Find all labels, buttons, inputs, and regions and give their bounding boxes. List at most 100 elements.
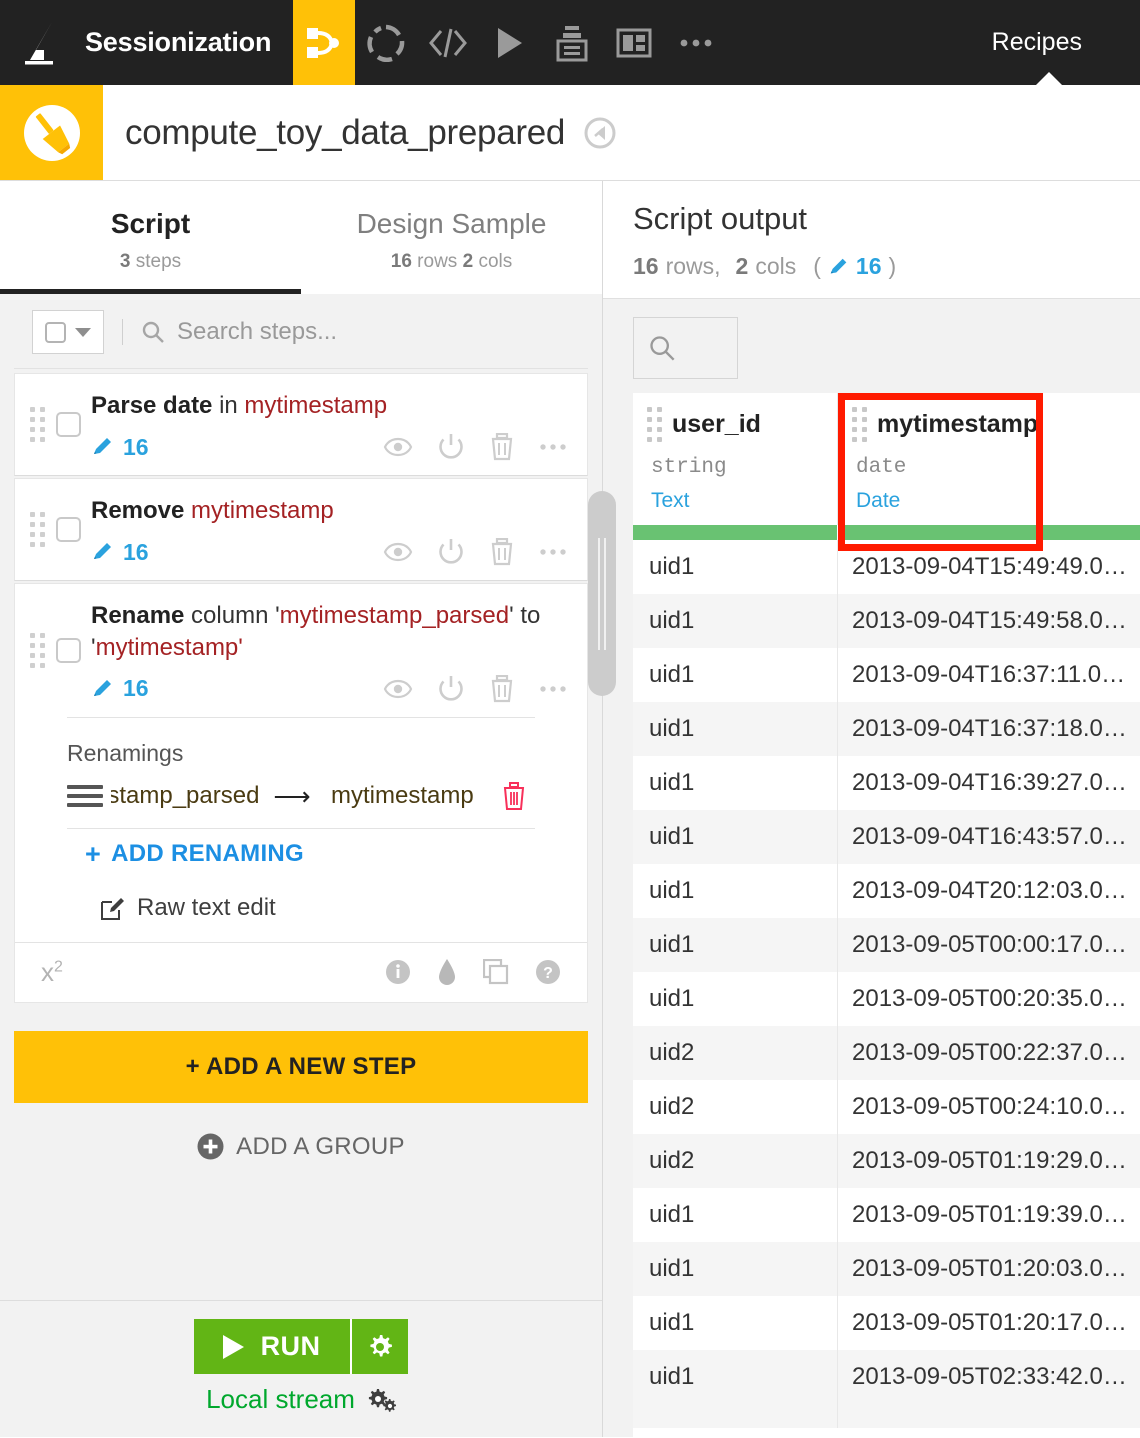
select-all-checkbox[interactable] [45, 321, 66, 343]
add-group-button[interactable]: ADD A GROUP [0, 1103, 602, 1161]
run-settings-button[interactable] [350, 1319, 409, 1374]
chevron-down-icon[interactable] [75, 327, 91, 337]
formula-icon[interactable]: x2 [41, 957, 63, 988]
table-row[interactable]: uid1 2013-09-04T16:37:18.0… [633, 702, 1140, 756]
step-checkbox[interactable] [55, 412, 81, 438]
tab-design-sample[interactable]: Design Sample 16 rows 2 cols [301, 181, 602, 294]
broom-prepare-recipe-icon[interactable] [0, 85, 103, 180]
script-output-header: Script output 16 rows, 2 cols ( 16 ) [603, 181, 1140, 299]
rename-from-input[interactable] [109, 781, 261, 812]
paren-open: ( [813, 253, 821, 279]
table-row[interactable]: uid1 2013-09-05T00:20:35.0… [633, 972, 1140, 1026]
eye-icon[interactable] [383, 436, 413, 458]
step-sample-count[interactable]: 16 [91, 675, 149, 702]
select-all-steps-dropdown[interactable] [32, 310, 104, 354]
lab-circle-icon[interactable] [355, 0, 417, 85]
grid-column-header[interactable]: mytimestamp date Date [838, 393, 1140, 525]
more-ellipsis-icon[interactable] [665, 0, 727, 85]
dashboard-layout-icon[interactable] [603, 0, 665, 85]
raw-text-edit-button[interactable]: Raw text edit [15, 880, 587, 942]
table-row[interactable]: uid1 2013-09-05T01:19:39.0… [633, 1188, 1140, 1242]
table-row[interactable]: uid1 2013-09-04T16:43:57.0… [633, 810, 1140, 864]
output-search-input[interactable] [633, 317, 738, 379]
cell-mytimestamp: 2013-09-04T16:43:57.0… [852, 823, 1127, 850]
step-row[interactable]: Rename column 'mytimestamp_parsed' to 'm… [14, 583, 588, 717]
copy-icon[interactable] [483, 959, 509, 985]
rename-to-input[interactable] [329, 781, 481, 812]
execution-engine[interactable]: Local stream [206, 1384, 396, 1415]
table-row[interactable]: uid1 2013-09-05T02:33:42.0… [633, 1350, 1140, 1404]
grid-body: uid1 2013-09-04T15:49:49.0… uid1 2013-09-0… [633, 540, 1140, 1404]
table-row[interactable]: uid1 2013-09-04T20:12:03.0… [633, 864, 1140, 918]
jobs-stack-icon[interactable] [541, 0, 603, 85]
drag-handle-icon[interactable] [15, 384, 45, 465]
droplet-icon[interactable] [437, 958, 457, 986]
drag-handle-icon[interactable] [15, 594, 45, 706]
add-new-step-button[interactable]: + ADD A NEW STEP [14, 1030, 588, 1103]
step-sample-count[interactable]: 16 [91, 539, 149, 566]
step-checkbox-wrap[interactable] [45, 594, 91, 706]
step-row[interactable]: Remove mytimestamp 16 [14, 478, 588, 582]
power-icon[interactable] [437, 433, 465, 461]
step-sample-count[interactable]: 16 [91, 434, 149, 461]
step-row[interactable]: Parse date in mytimestamp 16 [14, 373, 588, 477]
drag-handle-icon[interactable] [15, 489, 45, 570]
ellipsis-icon[interactable] [539, 548, 567, 556]
step-checkbox-wrap[interactable] [45, 489, 91, 570]
table-row[interactable]: uid1 2013-09-04T16:37:11.0… [633, 648, 1140, 702]
info-icon[interactable] [385, 959, 411, 985]
trash-icon[interactable] [501, 781, 527, 811]
table-row[interactable]: uid2 2013-09-05T00:24:10.0… [633, 1080, 1140, 1134]
trash-icon[interactable] [489, 674, 515, 703]
trash-icon[interactable] [489, 538, 515, 566]
table-row[interactable]: uid1 2013-09-04T15:49:58.0… [633, 594, 1140, 648]
ellipsis-icon[interactable] [539, 443, 567, 451]
search-steps-input[interactable]: Search steps... [141, 318, 337, 346]
add-renaming-button[interactable]: + ADD RENAMING [15, 829, 587, 880]
eye-icon[interactable] [383, 678, 413, 700]
sample-cols-value: 2 [462, 251, 474, 272]
cell-mytimestamp: 2013-09-04T15:49:49.0… [852, 553, 1127, 580]
drag-handle-icon[interactable] [67, 785, 103, 808]
power-icon[interactable] [437, 675, 465, 703]
table-row[interactable]: uid1 2013-09-05T01:20:03.0… [633, 1242, 1140, 1296]
power-icon[interactable] [437, 538, 465, 566]
column-grip-icon[interactable] [647, 407, 662, 442]
step-count-value: 3 [119, 251, 131, 272]
grid-column-meaning[interactable]: Date [838, 489, 1140, 513]
table-row[interactable]: uid1 2013-09-05T00:00:17.0… [633, 918, 1140, 972]
play-icon[interactable] [479, 0, 541, 85]
help-icon[interactable]: ? [535, 959, 561, 985]
compass-icon[interactable] [583, 116, 617, 150]
table-row[interactable]: uid2 2013-09-05T00:22:37.0… [633, 1026, 1140, 1080]
grid-column-header[interactable]: user_id string Text [633, 393, 838, 525]
flow-icon[interactable] [293, 0, 356, 85]
step-checkbox-wrap[interactable] [45, 384, 91, 465]
grid-column-name: mytimestamp [877, 410, 1039, 438]
script-pane-footer: RUN Local stream [0, 1300, 602, 1437]
renamings-label: Renamings [67, 739, 184, 766]
cell-user-id: uid1 [633, 1350, 838, 1404]
project-name[interactable]: Sessionization [85, 0, 293, 85]
trash-icon[interactable] [489, 433, 515, 461]
step-checkbox[interactable] [55, 638, 81, 664]
tab-script[interactable]: Script 3 steps [0, 181, 301, 294]
column-grip-icon[interactable] [852, 407, 867, 442]
table-row[interactable]: uid1 2013-09-05T01:20:17.0… [633, 1296, 1140, 1350]
cell-mytimestamp: 2013-09-04T16:39:27.0… [852, 769, 1127, 796]
step-checkbox[interactable] [55, 517, 81, 543]
pane-splitter-handle[interactable] [588, 491, 616, 696]
eye-icon[interactable] [383, 541, 413, 563]
edit-sample-link[interactable]: 16 [828, 253, 882, 280]
dataiku-logo-icon[interactable] [0, 0, 85, 85]
code-icon[interactable] [417, 0, 479, 85]
table-row[interactable]: uid1 2013-09-04T16:39:27.0… [633, 756, 1140, 810]
table-row[interactable]: uid2 2013-09-05T01:19:29.0… [633, 1134, 1140, 1188]
column-quality-bar [633, 525, 1140, 540]
tab-recipes[interactable]: Recipes [958, 0, 1140, 85]
formula-base: x [41, 956, 54, 987]
grid-column-meaning[interactable]: Text [633, 489, 837, 513]
run-button[interactable]: RUN [193, 1319, 351, 1374]
table-row[interactable]: uid1 2013-09-04T15:49:49.0… [633, 540, 1140, 594]
ellipsis-icon[interactable] [539, 685, 567, 693]
